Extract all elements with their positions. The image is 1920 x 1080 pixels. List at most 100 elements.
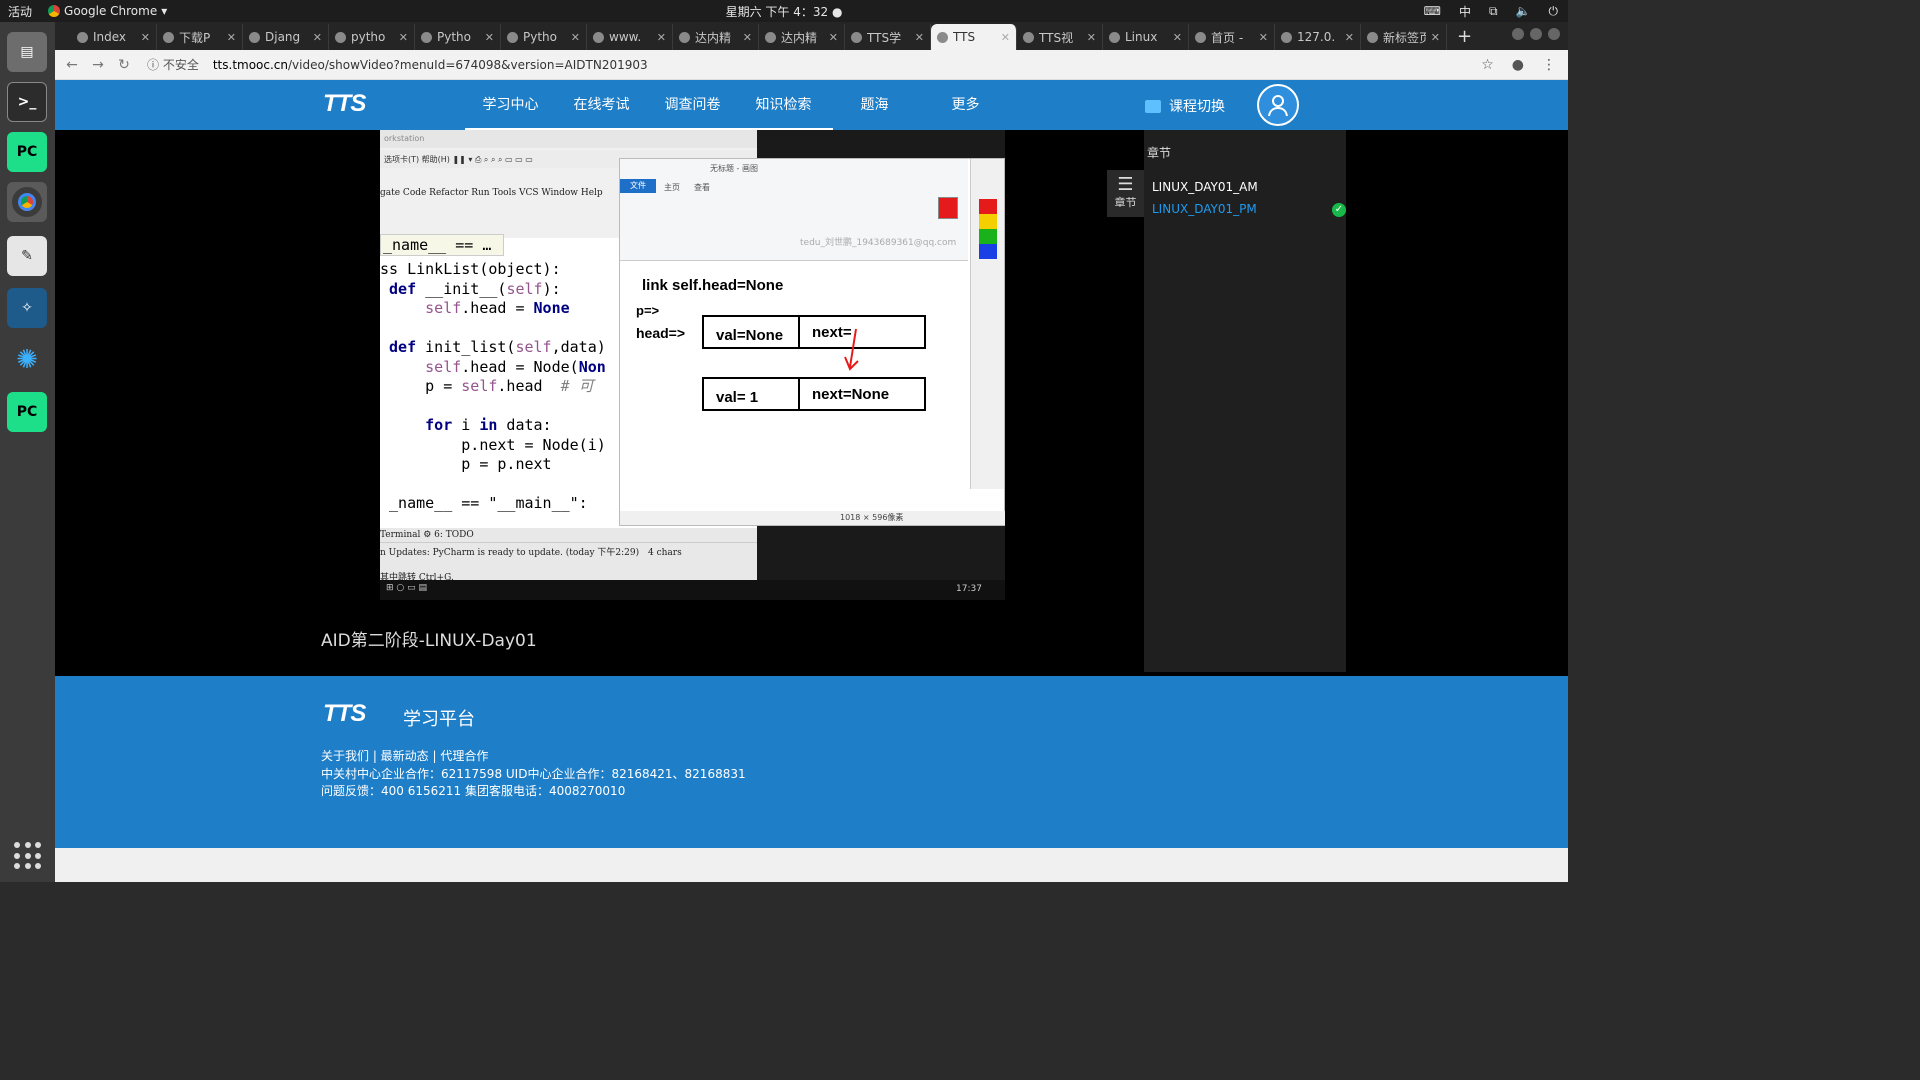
bookmark-star-icon[interactable]: ☆	[1481, 57, 1494, 73]
show-applications-icon[interactable]	[14, 842, 42, 870]
system-tray[interactable]: ⌨ 中 ⧉ 🔈 ⏻	[1424, 3, 1558, 20]
site-nav-item[interactable]: 学习中心	[465, 80, 556, 130]
network-icon[interactable]: ⧉	[1489, 4, 1498, 19]
browser-tab[interactable]: Pytho ✕	[415, 24, 501, 50]
security-indicator[interactable]: ⓘ 不安全	[147, 56, 199, 73]
keyboard-icon[interactable]: ⌨	[1424, 4, 1441, 18]
close-icon[interactable]: ✕	[1259, 31, 1268, 44]
reload-icon[interactable]: ↻	[111, 57, 137, 73]
browser-tab[interactable]: Linux ✕	[1103, 24, 1189, 50]
power-icon[interactable]: ⏻	[1549, 4, 1559, 19]
app-menu[interactable]: Google Chrome ▾	[48, 4, 167, 18]
site-nav-item[interactable]: 更多	[920, 80, 1011, 130]
browser-tab[interactable]: 下载P ✕	[157, 24, 243, 50]
forward-icon[interactable]: →	[85, 57, 111, 73]
chrome-dock-icon[interactable]	[7, 182, 47, 222]
browser-tab[interactable]: TTS视 ✕	[1017, 24, 1103, 50]
favicon-icon	[507, 31, 518, 43]
color-palette	[970, 159, 1004, 489]
tab-title: 127.0.	[1297, 30, 1336, 44]
favicon-icon	[1367, 31, 1378, 43]
paint-window: 无标题 - 画图 文件 主页 查看 tedu_刘世鹏_1943689361@qq…	[619, 158, 1005, 526]
paint-canvas[interactable]: link self.head=None p=> head=> val=None …	[624, 263, 968, 508]
browser-tab[interactable]: www. ✕	[587, 24, 673, 50]
close-icon[interactable]: ✕	[1173, 31, 1182, 44]
color1-swatch[interactable]	[938, 197, 958, 219]
mysql-workbench-icon[interactable]: ✧	[7, 288, 47, 328]
chapter-item[interactable]: LINUX_DAY01_AM	[1152, 180, 1258, 194]
browser-tab[interactable]: TTS学 ✕	[845, 24, 931, 50]
close-icon[interactable]: ✕	[141, 31, 150, 44]
favicon-icon	[1109, 31, 1120, 43]
close-icon[interactable]: ✕	[1431, 31, 1440, 44]
paint-file-tab[interactable]: 文件	[620, 179, 656, 193]
more-menu-icon[interactable]: ⋮	[1542, 57, 1556, 73]
new-tab-button[interactable]: +	[1457, 24, 1472, 50]
input-method[interactable]: 中	[1459, 3, 1471, 20]
footer-links[interactable]: 关于我们 | 最新动态 | 代理合作	[321, 747, 488, 764]
url-field[interactable]: tts.tmooc.cn/video/showVideo?menuId=6740…	[213, 58, 648, 72]
tab-title: www.	[609, 30, 642, 44]
chapter-item[interactable]: LINUX_DAY01_PM	[1152, 202, 1257, 216]
site-nav-item[interactable]: 知识检索	[738, 80, 829, 130]
tab-title: Pytho	[523, 30, 557, 44]
close-icon[interactable]: ✕	[485, 31, 494, 44]
close-icon[interactable]: ✕	[313, 31, 322, 44]
text-editor-icon[interactable]: ✎	[7, 236, 47, 276]
favicon-icon	[1023, 31, 1034, 43]
maximize-icon[interactable]	[1530, 28, 1542, 40]
browser-tab[interactable]: 首页 - ✕	[1189, 24, 1275, 50]
close-icon[interactable]: ✕	[227, 31, 236, 44]
close-icon[interactable]: ✕	[399, 31, 408, 44]
close-icon[interactable]: ✕	[743, 31, 752, 44]
browser-tab[interactable]: pytho ✕	[329, 24, 415, 50]
close-icon[interactable]: ✕	[1087, 31, 1096, 44]
back-icon[interactable]: ←	[59, 57, 85, 73]
system-clock[interactable]: 星期六 下午 4：32 ●	[726, 3, 843, 20]
close-icon[interactable]: ✕	[1345, 31, 1354, 44]
node2-val: val= 1	[716, 389, 759, 406]
avatar[interactable]	[1257, 84, 1299, 126]
paint-view-tab[interactable]: 查看	[694, 182, 710, 193]
browser-tab[interactable]: TTS ✕	[931, 24, 1017, 50]
files-icon[interactable]: ▤	[7, 32, 47, 72]
chapter-toggle-button[interactable]: ☰ 章节	[1107, 170, 1144, 217]
close-icon[interactable]: ✕	[571, 31, 580, 44]
activities-button[interactable]: 活动	[8, 3, 32, 20]
pycharm-icon[interactable]: PC	[7, 132, 47, 172]
favicon-icon	[765, 31, 776, 43]
tab-title: TTS视	[1039, 30, 1074, 45]
browser-tab[interactable]: 新标签页 ✕	[1361, 24, 1447, 50]
site-nav-item[interactable]: 在线考试	[556, 80, 647, 130]
course-switch-button[interactable]: 课程切换	[1145, 96, 1225, 116]
terminal-icon[interactable]: >_	[7, 82, 47, 122]
site-nav-item[interactable]: 调查问卷	[647, 80, 738, 130]
paint-home-tab[interactable]: 主页	[664, 182, 680, 193]
address-bar: ← → ↻ ⓘ 不安全 tts.tmooc.cn/video/showVideo…	[55, 50, 1568, 80]
footer-contact-line: 问题反馈：400 6156211 集团客服电话：4008270010	[321, 784, 626, 798]
volume-icon[interactable]: 🔈	[1516, 4, 1531, 18]
tab-title: Linux	[1125, 30, 1158, 44]
browser-tab[interactable]: 127.0. ✕	[1275, 24, 1361, 50]
pycharm-icon[interactable]: PC	[7, 392, 47, 432]
close-icon[interactable]: ✕	[1001, 31, 1010, 44]
video-title: AID第二阶段-LINUX-Day01	[321, 631, 537, 651]
close-window-icon[interactable]	[1548, 28, 1560, 40]
close-icon[interactable]: ✕	[829, 31, 838, 44]
browser-tab[interactable]: Djang ✕	[243, 24, 329, 50]
site-nav-item[interactable]: 题海	[829, 80, 920, 130]
profile-icon[interactable]: ●	[1512, 57, 1524, 73]
browser-tab[interactable]: 达内精 ✕	[759, 24, 845, 50]
vscode-icon[interactable]: ✺	[7, 340, 47, 380]
browser-tab[interactable]: Index ✕	[71, 24, 157, 50]
palette-swatches[interactable]	[979, 199, 997, 259]
browser-tab[interactable]: 达内精 ✕	[673, 24, 759, 50]
browser-tab[interactable]: Pytho ✕	[501, 24, 587, 50]
video-player[interactable]: orkstation 选项卡(T) 帮助(H) ❚❚ ▾ ⎙ ⌕ ⌕ ⌕ ▭ ▭…	[380, 130, 1005, 600]
close-icon[interactable]: ✕	[915, 31, 924, 44]
favicon-icon	[421, 31, 432, 43]
paint-status-bar: 1018 × 596像素	[620, 511, 1005, 525]
site-logo[interactable]: TTS	[323, 90, 366, 118]
close-icon[interactable]: ✕	[657, 31, 666, 44]
minimize-icon[interactable]	[1512, 28, 1524, 40]
